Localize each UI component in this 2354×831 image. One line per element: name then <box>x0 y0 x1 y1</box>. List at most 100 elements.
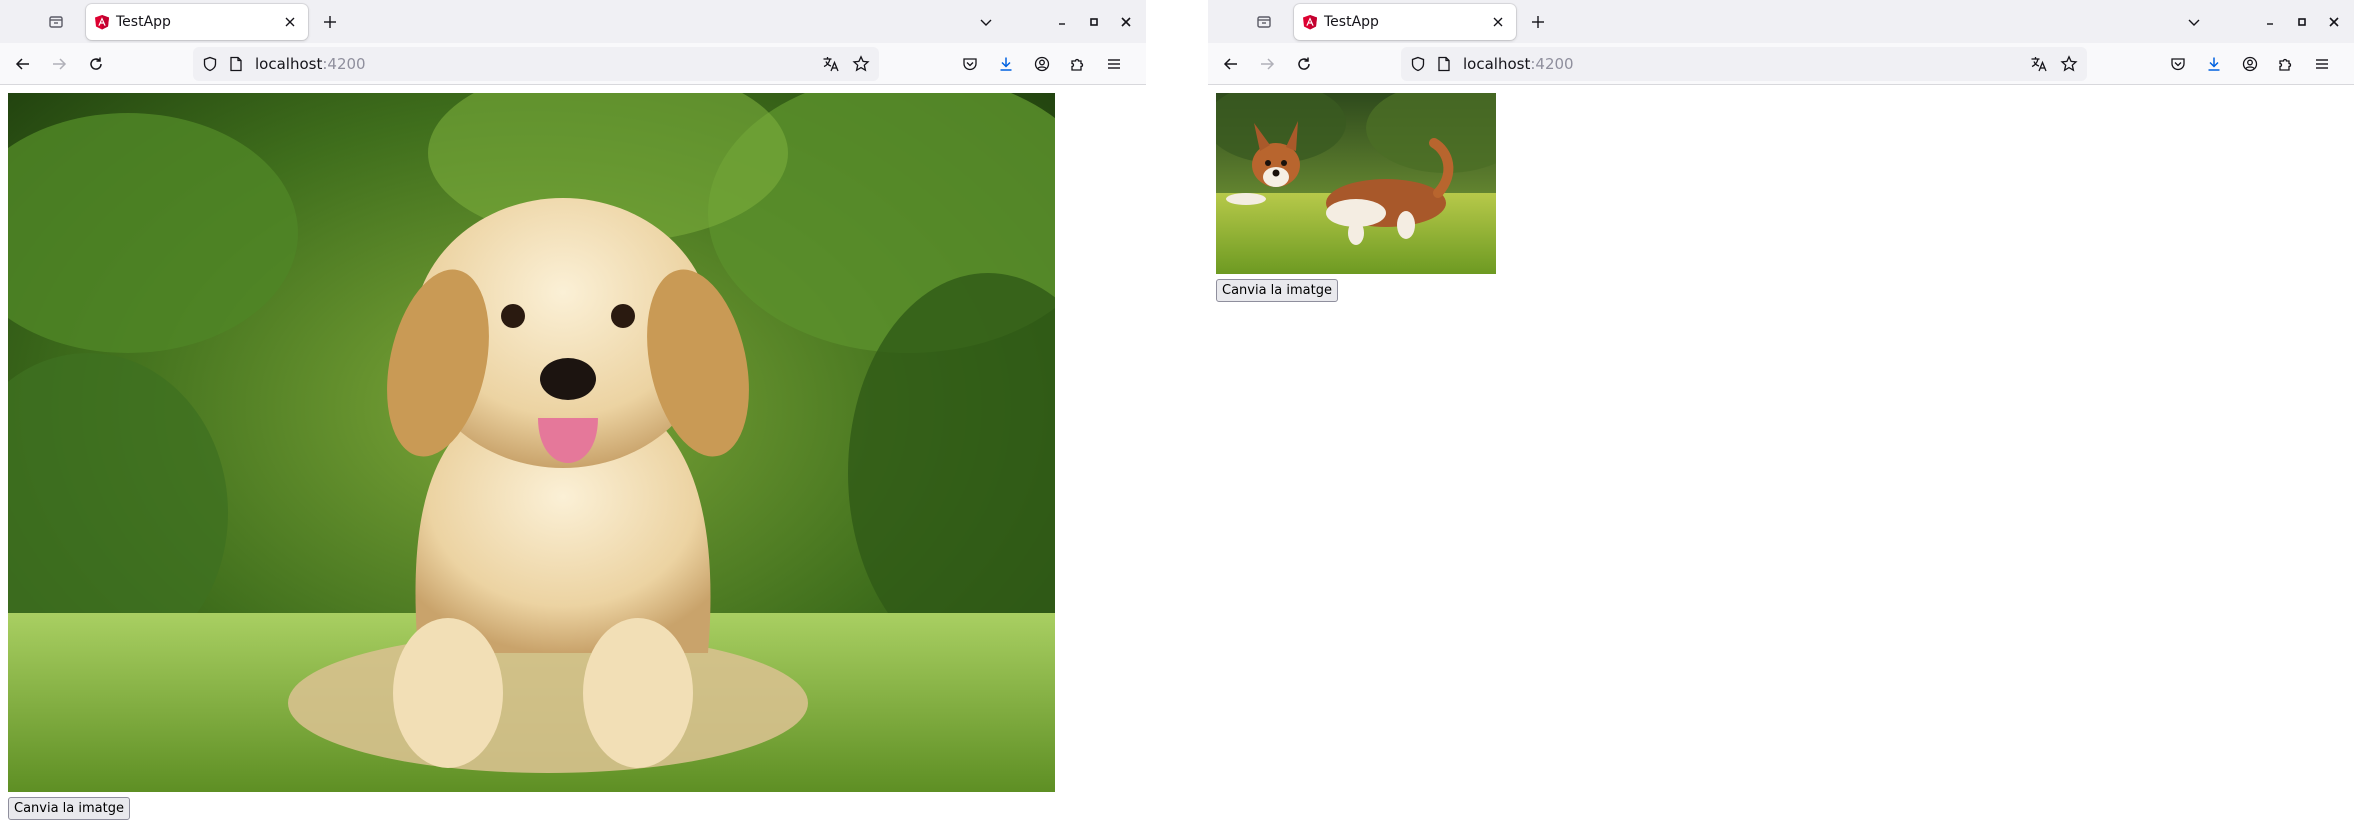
angular-logo-icon <box>95 15 109 30</box>
reload-button[interactable] <box>84 52 108 76</box>
download-icon <box>1000 57 1012 71</box>
chevron-down-icon <box>980 19 992 26</box>
translate-icon <box>2031 57 2047 72</box>
reload-icon <box>90 57 102 70</box>
bookmark-button[interactable] <box>851 54 871 74</box>
firefox-view-icon <box>1257 16 1271 28</box>
maximize-icon <box>2298 18 2306 26</box>
download-icon <box>2208 57 2220 71</box>
firefox-view-button[interactable] <box>44 10 68 34</box>
close-icon <box>285 17 295 27</box>
arrow-left-icon <box>15 58 29 70</box>
url-port: :4200 <box>1530 55 1574 73</box>
forward-button[interactable] <box>47 52 71 76</box>
tab-testapp[interactable]: TestApp <box>86 4 308 40</box>
list-all-tabs-button[interactable] <box>2182 10 2206 34</box>
firefox-view-icon <box>49 16 63 28</box>
star-icon <box>852 55 870 72</box>
chevron-down-icon <box>2188 19 2200 26</box>
browser-window-left: TestApp localhost:4200 Canvia la imatge <box>0 0 1146 831</box>
translate-icon <box>823 57 839 72</box>
page-content: Canvia la imatge <box>1208 86 2354 831</box>
angular-logo-icon <box>1303 15 1317 30</box>
page-content: Canvia la imatge <box>0 86 1146 831</box>
address-bar[interactable]: localhost:4200 <box>193 47 879 81</box>
page-icon <box>230 56 242 72</box>
plus-icon <box>324 16 336 28</box>
minimize-button[interactable] <box>1050 10 1074 34</box>
url-text: localhost:4200 <box>255 47 366 81</box>
app-menu-button[interactable] <box>2310 52 2334 76</box>
account-icon <box>2242 56 2258 72</box>
nav-bar: localhost:4200 <box>1208 43 2354 85</box>
translate-button[interactable] <box>821 54 841 74</box>
puzzle-piece-icon <box>2279 58 2292 71</box>
close-icon <box>1493 17 1503 27</box>
downloads-button[interactable] <box>2202 52 2226 76</box>
star-icon <box>2060 55 2078 72</box>
back-button[interactable] <box>11 52 35 76</box>
maximize-icon <box>1090 18 1098 26</box>
browser-window-right: TestApp localhost:4200 Canvia la imatge <box>1208 0 2354 831</box>
forward-button[interactable] <box>1255 52 1279 76</box>
reload-icon <box>1298 57 1310 70</box>
bookmark-button[interactable] <box>2059 54 2079 74</box>
back-button[interactable] <box>1219 52 1243 76</box>
hamburger-menu-icon <box>2316 59 2328 69</box>
hamburger-menu-icon <box>1108 59 1120 69</box>
puzzle-piece-icon <box>1071 58 1084 71</box>
list-all-tabs-button[interactable] <box>974 10 998 34</box>
site-info-button[interactable] <box>1435 55 1453 73</box>
address-bar[interactable]: localhost:4200 <box>1401 47 2087 81</box>
extensions-button[interactable] <box>1066 52 1090 76</box>
account-button[interactable] <box>2238 52 2262 76</box>
plus-icon <box>1532 16 1544 28</box>
maximize-button[interactable] <box>1082 10 1106 34</box>
url-port: :4200 <box>322 55 366 73</box>
minimize-icon <box>1059 23 1065 25</box>
close-window-button[interactable] <box>2322 10 2346 34</box>
translate-button[interactable] <box>2029 54 2049 74</box>
tab-title: TestApp <box>1324 14 1379 30</box>
tab-strip: TestApp <box>0 0 1146 43</box>
account-icon <box>1034 56 1050 72</box>
arrow-right-icon <box>1261 58 1275 70</box>
change-image-button[interactable]: Canvia la imatge <box>8 797 130 820</box>
corgi-puppy-running-photo <box>1216 93 1496 274</box>
new-tab-button[interactable] <box>1526 10 1550 34</box>
change-image-button[interactable]: Canvia la imatge <box>1216 279 1338 302</box>
pocket-button[interactable] <box>958 52 982 76</box>
shield-icon <box>203 56 217 72</box>
tracking-protection-button[interactable] <box>1409 55 1427 73</box>
golden-retriever-puppy-photo <box>8 93 1055 792</box>
pocket-icon <box>963 58 977 71</box>
new-tab-button[interactable] <box>318 10 342 34</box>
nav-bar: localhost:4200 <box>0 43 1146 85</box>
extensions-button[interactable] <box>2274 52 2298 76</box>
url-host: localhost <box>1463 55 1531 73</box>
pocket-button[interactable] <box>2166 52 2190 76</box>
tab-testapp[interactable]: TestApp <box>1294 4 1516 40</box>
site-info-button[interactable] <box>227 55 245 73</box>
tab-close-button[interactable] <box>280 12 300 32</box>
maximize-button[interactable] <box>2290 10 2314 34</box>
downloads-button[interactable] <box>994 52 1018 76</box>
url-text: localhost:4200 <box>1463 47 1574 81</box>
tab-close-button[interactable] <box>1488 12 1508 32</box>
minimize-icon <box>2267 23 2273 25</box>
app-menu-button[interactable] <box>1102 52 1126 76</box>
tracking-protection-button[interactable] <box>201 55 219 73</box>
close-window-button[interactable] <box>1114 10 1138 34</box>
shield-icon <box>1411 56 1425 72</box>
account-button[interactable] <box>1030 52 1054 76</box>
tab-title: TestApp <box>116 14 171 30</box>
pocket-icon <box>2171 58 2185 71</box>
page-icon <box>1438 56 1450 72</box>
arrow-right-icon <box>53 58 67 70</box>
close-icon <box>2329 17 2339 27</box>
reload-button[interactable] <box>1292 52 1316 76</box>
minimize-button[interactable] <box>2258 10 2282 34</box>
arrow-left-icon <box>1223 58 1237 70</box>
firefox-view-button[interactable] <box>1252 10 1276 34</box>
url-host: localhost <box>255 55 323 73</box>
